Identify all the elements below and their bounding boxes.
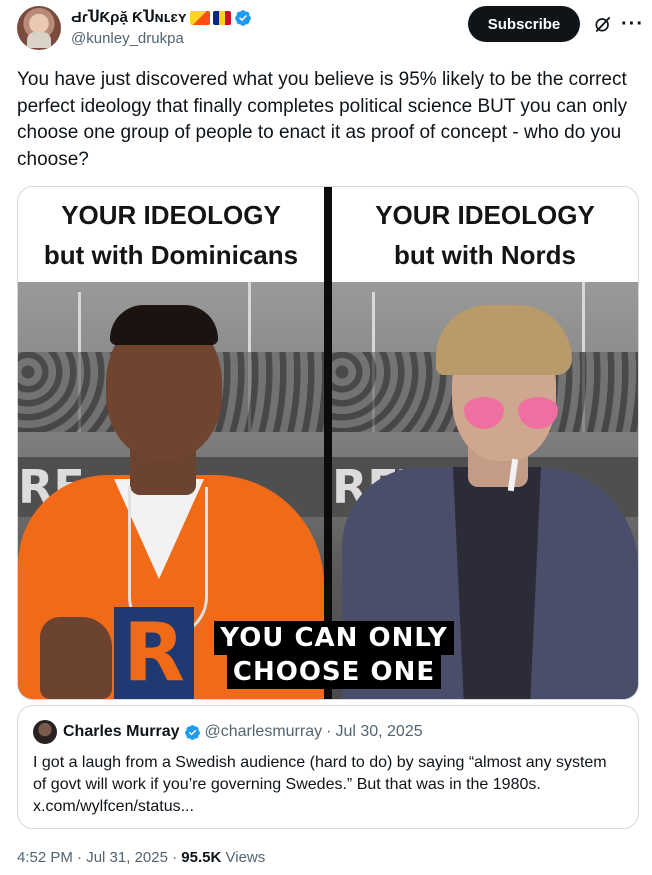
quoted-tweet[interactable]: Charles Murray @charlesmurray · Jul 30, …: [17, 705, 639, 829]
bhutan-flag-icon: [189, 11, 210, 25]
right-caption-line1: YOUR IDEOLOGY: [375, 200, 595, 230]
tweet-header: ԀɾႮƘρặ ƘႮɴʟɛʏ @kunley_drukpa Subscribe ·…: [17, 6, 643, 52]
verified-badge-icon: [184, 724, 200, 740]
left-caption-line2: but with Dominicans: [43, 240, 299, 270]
right-caption: YOUR IDEOLOGY but with Nords: [332, 187, 638, 282]
tweet-text: You have just discovered what you believ…: [17, 69, 628, 170]
tweet-time[interactable]: 4:52 PM: [17, 849, 73, 866]
quoted-tweet-text: I got a laugh from a Swedish audience (h…: [33, 754, 607, 815]
thumbs-up-hand: [40, 617, 112, 699]
verified-badge-icon: [234, 10, 251, 26]
author-handle[interactable]: @kunley_drukpa: [71, 29, 252, 49]
tweet-date[interactable]: Jul 31, 2025: [86, 849, 168, 866]
views-count[interactable]: 95.5K: [181, 849, 221, 866]
quoted-author-avatar[interactable]: [33, 720, 57, 744]
overlay-line2: CHOOSE ONE: [226, 655, 442, 689]
tweet-footer: 4:52 PM · Jul 31, 2025 · 95.5K Views: [17, 848, 265, 868]
jersey-letter: R: [114, 607, 194, 699]
quoted-author-name[interactable]: Charles Murray: [63, 720, 180, 744]
left-caption-line1: YOUR IDEOLOGY: [61, 200, 281, 230]
separator-dot: ·: [326, 723, 332, 740]
quoted-author-handle[interactable]: @charlesmurray: [205, 720, 323, 744]
quoted-tweet-date[interactable]: Jul 30, 2025: [335, 720, 422, 744]
left-caption: YOUR IDEOLOGY but with Dominicans: [18, 187, 324, 282]
author-display-name-row[interactable]: ԀɾႮƘρặ ƘႮɴʟɛʏ: [71, 8, 252, 28]
author-display-name[interactable]: ԀɾႮƘρặ ƘႮɴʟɛʏ: [71, 8, 187, 28]
romania-flag-icon: [212, 11, 231, 25]
overlay-caption: YOU CAN ONLY CHOOSE ONE: [213, 621, 455, 689]
more-options-button[interactable]: ···: [621, 10, 643, 38]
grok-icon[interactable]: [593, 14, 613, 34]
subscribe-button[interactable]: Subscribe: [468, 6, 580, 42]
separator-dot: ·: [172, 849, 178, 866]
person-hair: [110, 305, 218, 345]
separator-dot: ·: [77, 849, 83, 866]
author-names: ԀɾႮƘρặ ƘႮɴʟɛʏ @kunley_drukpa: [71, 8, 252, 49]
tweet-media-image[interactable]: YOUR IDEOLOGY but with Dominicans RE R Y…: [17, 186, 639, 700]
right-caption-line2: but with Nords: [394, 240, 576, 270]
views-label: Views: [225, 849, 266, 866]
quoted-tweet-header: Charles Murray @charlesmurray · Jul 30, …: [63, 720, 423, 744]
overlay-line1: YOU CAN ONLY: [214, 621, 454, 655]
author-avatar[interactable]: [17, 6, 61, 50]
